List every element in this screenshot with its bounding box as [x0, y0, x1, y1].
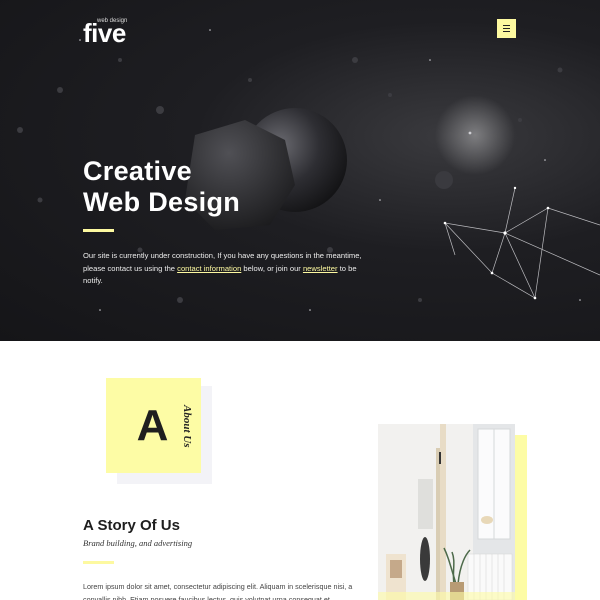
hero-description: Our site is currently under construction… [83, 250, 363, 288]
section-subtitle: Brand building, and advertising [83, 538, 193, 548]
photo-accent-block [514, 435, 527, 600]
hero-text-middle: below, or join our [241, 263, 303, 273]
about-badge-letter: A [136, 400, 169, 450]
hamburger-icon [503, 25, 510, 27]
menu-button[interactable] [497, 19, 516, 38]
hero-title-line1: Creative [83, 156, 192, 186]
hero-title: Creative Web Design [83, 156, 240, 218]
interior-photo [378, 424, 515, 600]
section-body: Lorem ipsum dolor sit amet, consectetur … [83, 582, 353, 600]
logo-tagline: web design [97, 18, 128, 24]
section-title-underline [83, 561, 114, 564]
section-title: A Story Of Us [83, 517, 180, 534]
hero-title-underline [83, 229, 114, 232]
about-badge-label: About Us [181, 405, 193, 448]
newsletter-link[interactable]: newsletter [303, 264, 338, 273]
contact-information-link[interactable]: contact information [177, 264, 241, 273]
hamburger-icon-line [503, 30, 510, 32]
hero-title-line2: Web Design [83, 187, 241, 217]
hero-section: web design five Creative Web Design Our … [0, 0, 600, 341]
site-logo[interactable]: web design five [83, 14, 128, 49]
hamburger-icon-line [503, 27, 510, 30]
